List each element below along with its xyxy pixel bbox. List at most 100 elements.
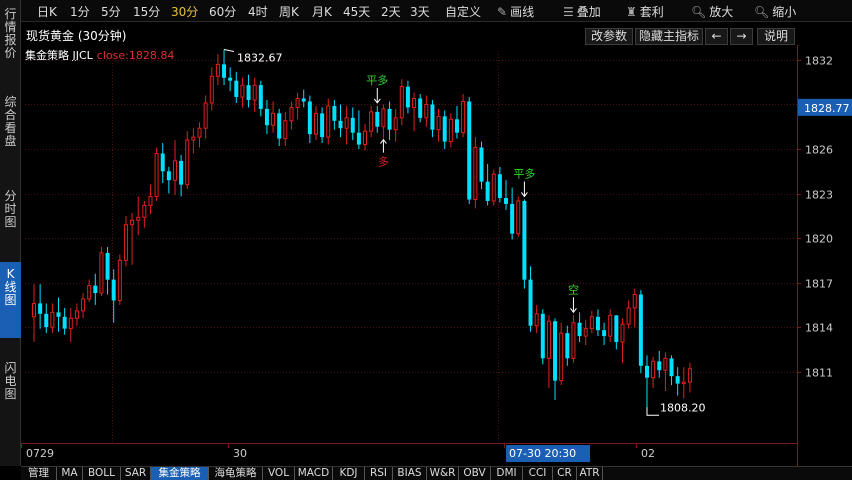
candle-body <box>44 313 49 328</box>
tab-item-4[interactable]: 集金策略 <box>151 467 209 480</box>
period-monthly[interactable]: 月K <box>312 3 332 20</box>
candle-body <box>326 105 331 138</box>
candle-body <box>387 108 392 130</box>
tab-boll[interactable]: BOLL <box>83 467 121 480</box>
tab-dmi[interactable]: DMI <box>491 467 523 480</box>
tab-vol[interactable]: VOL <box>263 467 295 480</box>
hide-indicator-button[interactable]: 隐藏主指标 <box>635 28 703 45</box>
period-4h[interactable]: 4时 <box>248 3 268 20</box>
current-price-label: 1828.77 <box>804 102 850 115</box>
nav-item-flash[interactable]: 闪电图 <box>0 362 21 401</box>
period-5min[interactable]: 5分 <box>101 3 121 20</box>
period-3d[interactable]: 3天 <box>410 3 430 20</box>
candle-body <box>111 279 116 301</box>
nav-item-quotes[interactable]: 行情报价 <box>0 8 21 60</box>
candle-body <box>412 98 417 108</box>
candle-body <box>473 147 478 200</box>
signal-label: 平多 <box>366 73 388 87</box>
candle-body <box>504 198 509 204</box>
candle-body <box>50 311 55 328</box>
candle-body <box>375 111 380 127</box>
candle-body <box>185 139 190 186</box>
overlay-button[interactable]: ☰ 叠加 <box>563 3 601 20</box>
candle-body <box>687 368 692 383</box>
candle-body <box>56 312 61 317</box>
chart-header: 现货黄金 (30分钟) 改参数 隐藏主指标 ← → 说明 <box>21 26 852 46</box>
candle-body <box>105 252 110 280</box>
candle-body <box>301 98 306 102</box>
candle-body <box>338 120 343 129</box>
candle-body <box>307 101 312 135</box>
candle-body <box>87 285 92 300</box>
candle-body <box>645 365 649 378</box>
period-60min[interactable]: 60分 <box>209 3 236 20</box>
period-daily[interactable]: 日K <box>37 3 57 20</box>
price-axis: 181118141817182018231826182918321828.77 <box>797 45 852 466</box>
candle-body <box>117 259 122 301</box>
tab-item-5[interactable]: 海龟策略 <box>209 467 263 480</box>
nav-item-kline[interactable]: K线图 <box>0 262 21 338</box>
candle-body <box>620 323 625 343</box>
candle-body <box>154 152 159 198</box>
period-15min[interactable]: 15分 <box>133 3 160 20</box>
candle-body <box>148 196 153 206</box>
zoom-in-button[interactable]: 🔍︎ 放大 <box>691 3 733 20</box>
candle-body <box>320 113 325 138</box>
price-tick-label: 1811 <box>805 367 833 380</box>
candle-body <box>675 376 680 384</box>
tab-w-r[interactable]: W&R <box>427 467 459 480</box>
candle-body <box>669 358 674 377</box>
period-weekly[interactable]: 周K <box>279 3 299 20</box>
candle-body <box>540 313 545 359</box>
zoom-out-icon: 🔍︎ <box>754 5 770 19</box>
candle-body <box>62 316 67 329</box>
candle-body <box>657 361 662 371</box>
candle-body <box>424 103 429 119</box>
candle-body <box>38 303 43 314</box>
draw-line-label: 画线 <box>510 5 535 19</box>
tab-kdj[interactable]: KDJ <box>333 467 365 480</box>
period-45d[interactable]: 45天 <box>343 3 370 20</box>
period-1min[interactable]: 1分 <box>70 3 90 20</box>
kline-chart[interactable]: 1832.671808.20平多多平多空 1811181418171820182… <box>21 45 852 466</box>
candle-body <box>430 104 435 130</box>
zoom-out-button[interactable]: 🔍︎ 缩小 <box>754 3 796 20</box>
candle-body <box>215 63 220 77</box>
price-tick-label: 1832 <box>805 55 833 68</box>
zoom-out-label: 缩小 <box>772 5 797 19</box>
nav-item-overview[interactable]: 综合看盘 <box>0 96 21 148</box>
next-button[interactable]: → <box>730 28 753 45</box>
period-30min[interactable]: 30分 <box>171 3 198 20</box>
tab-sar[interactable]: SAR <box>121 467 151 480</box>
candle-body <box>228 77 233 81</box>
candle-body <box>608 314 613 337</box>
tab-cr[interactable]: CR <box>553 467 577 480</box>
low-pointer <box>646 407 659 416</box>
tab-macd[interactable]: MACD <box>295 467 333 480</box>
tab-cci[interactable]: CCI <box>523 467 553 480</box>
period-2d[interactable]: 2天 <box>381 3 401 20</box>
candle-body <box>142 204 147 218</box>
candle-body <box>191 136 196 141</box>
nav-item-timeshare[interactable]: 分时图 <box>0 190 21 229</box>
draw-line-button[interactable]: ✎ 画线 <box>497 3 534 20</box>
candle-body <box>381 108 386 128</box>
bag-icon: ♜ <box>626 5 637 19</box>
arbitrage-button[interactable]: ♜ 套利 <box>626 3 664 20</box>
tab-obv[interactable]: OBV <box>459 467 491 480</box>
tab-rsi[interactable]: RSI <box>365 467 393 480</box>
tab-bias[interactable]: BIAS <box>393 467 427 480</box>
prev-button[interactable]: ← <box>705 28 728 45</box>
candle-body <box>528 279 533 326</box>
period-custom[interactable]: 自定义 <box>445 3 481 20</box>
candle-body <box>626 307 631 325</box>
time-axis: 0729 30 07-30 20:30 02 <box>21 443 797 462</box>
tab-item-0[interactable]: 管理 <box>21 467 57 480</box>
candle-body <box>418 98 423 118</box>
tab-ma[interactable]: MA <box>57 467 83 480</box>
help-button[interactable]: 说明 <box>757 28 795 45</box>
candle-body <box>497 174 502 198</box>
edit-params-button[interactable]: 改参数 <box>585 28 633 45</box>
pen-icon: ✎ <box>497 5 508 19</box>
tab-atr[interactable]: ATR <box>577 467 603 480</box>
